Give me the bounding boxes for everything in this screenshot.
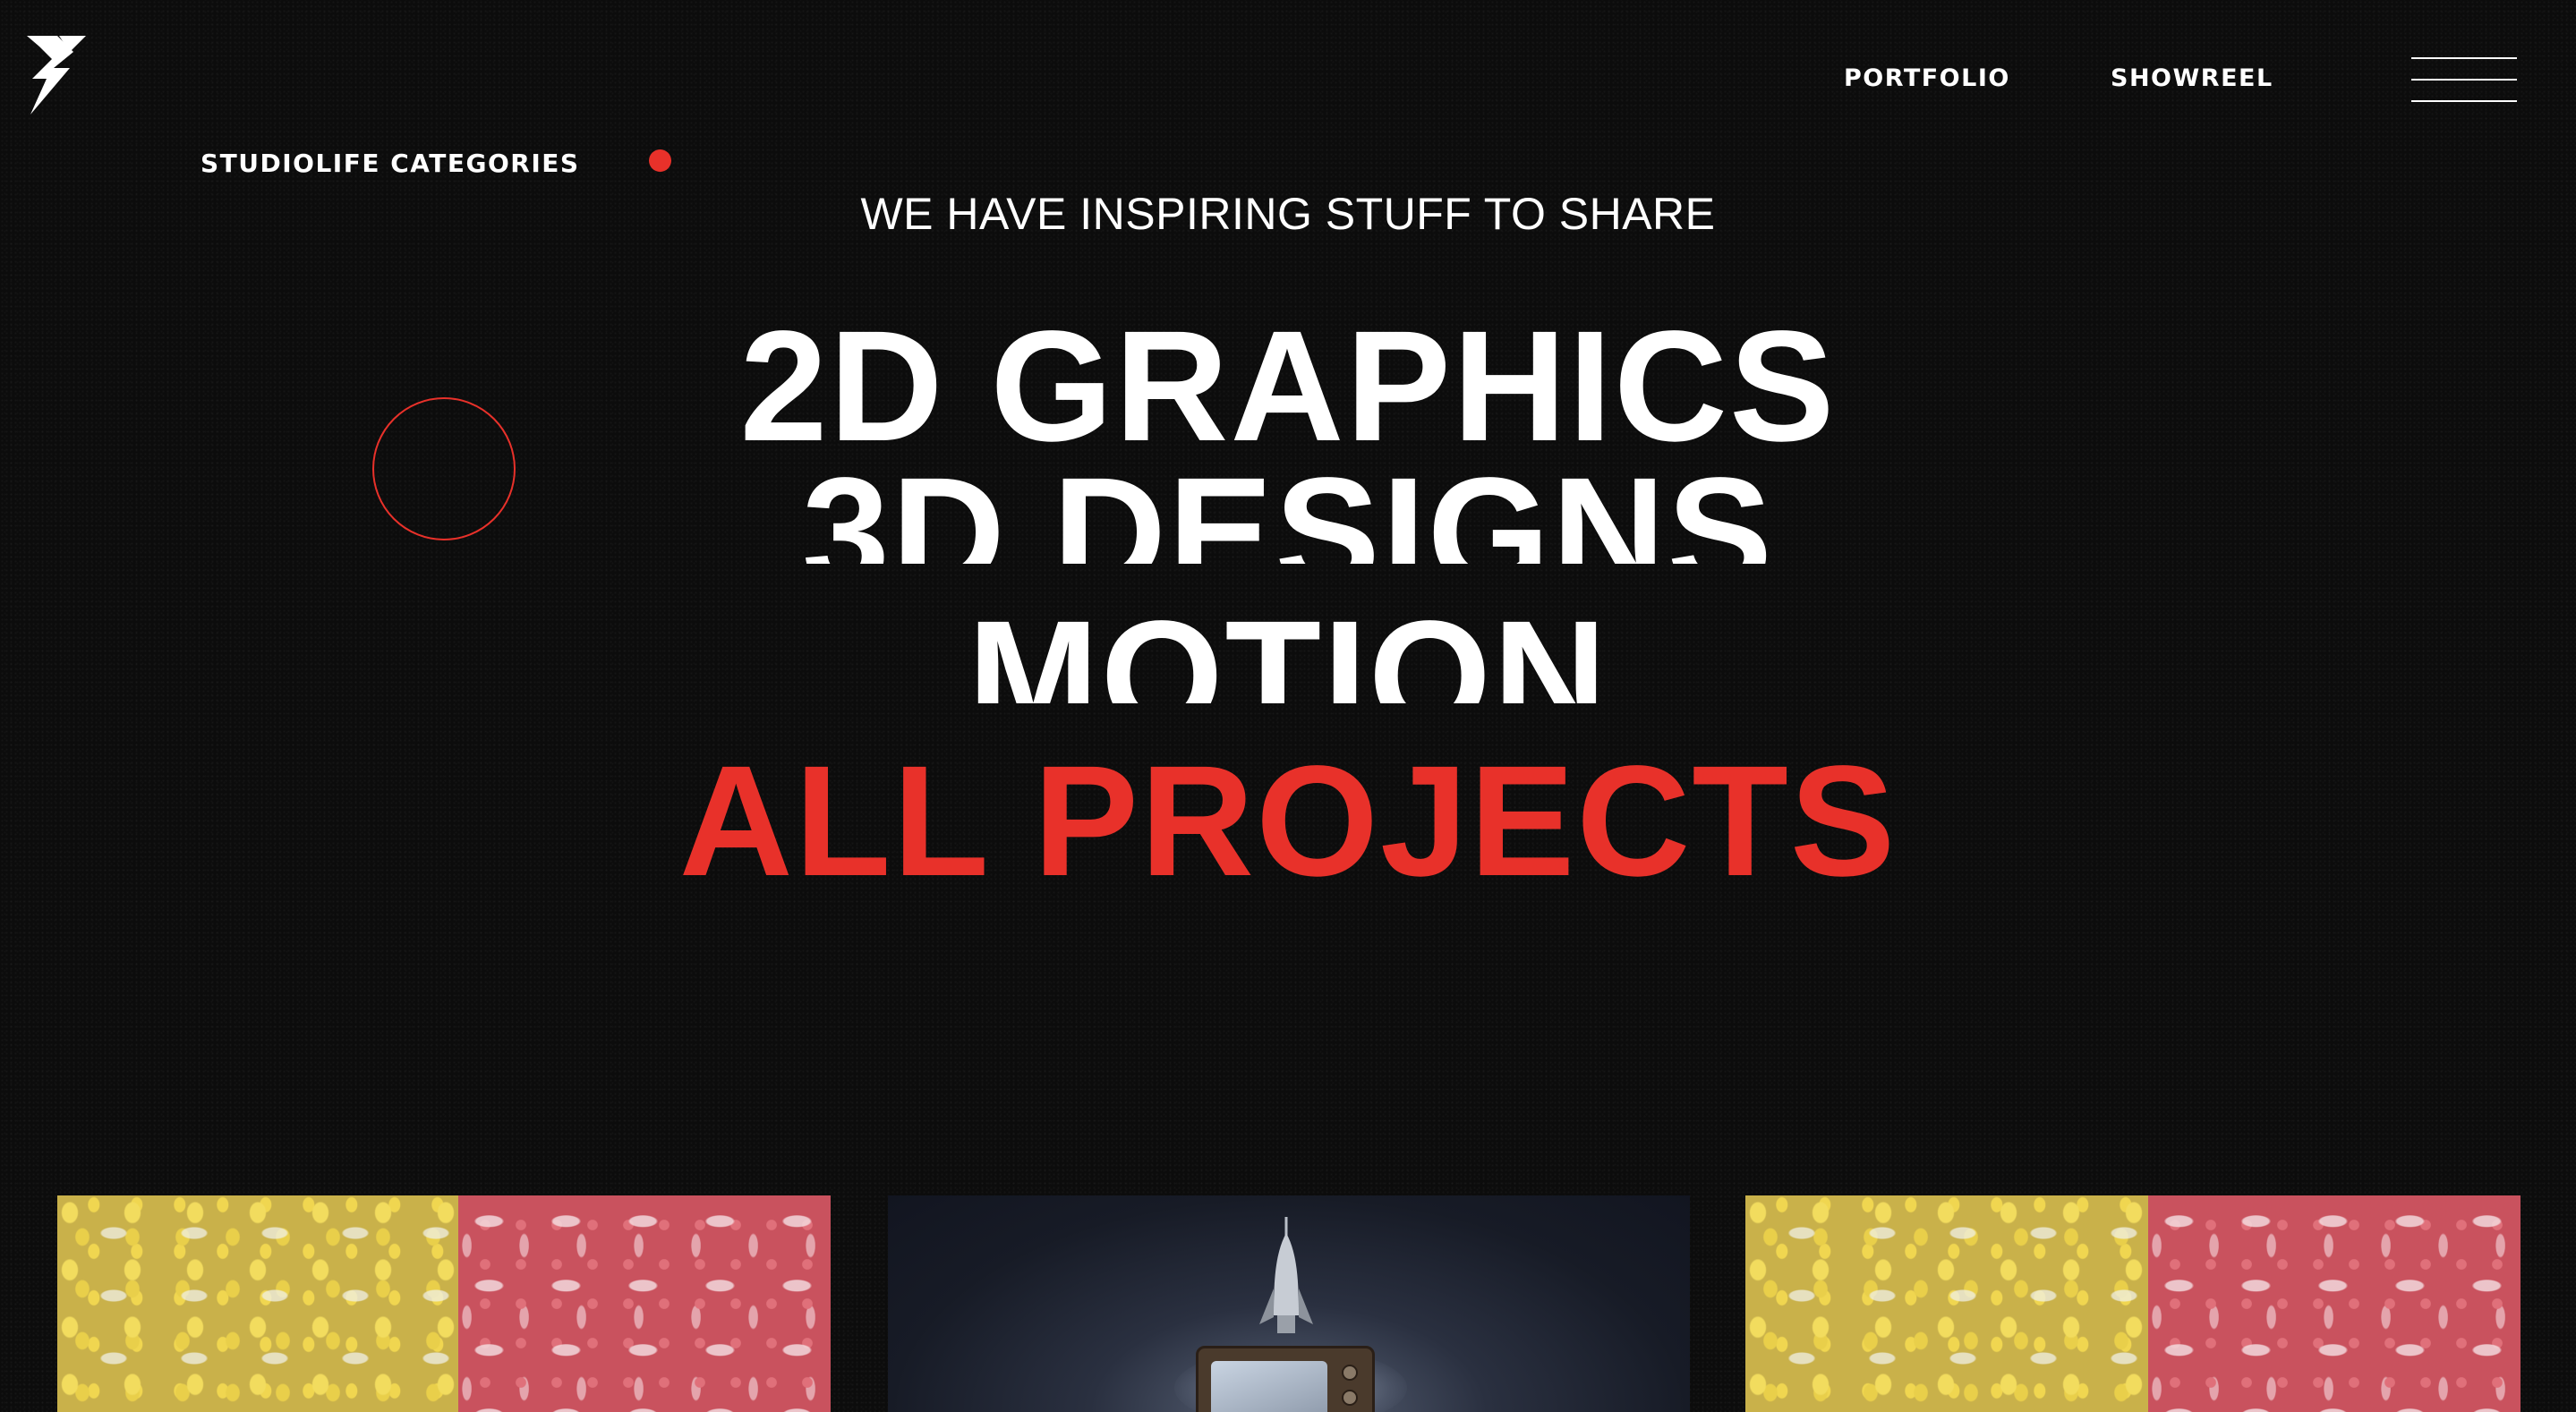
tv-knob bbox=[1342, 1390, 1358, 1406]
status-dot bbox=[649, 149, 671, 172]
category-label: 3D DESIGNS bbox=[801, 455, 1775, 564]
nav-showreel-link[interactable]: SHOWREEL bbox=[2111, 64, 2273, 92]
category-all-projects[interactable]: ALL PROJECTS bbox=[0, 743, 2576, 882]
tv-screen bbox=[1211, 1361, 1327, 1412]
menu-line bbox=[2411, 57, 2517, 59]
retro-tv bbox=[1196, 1346, 1375, 1412]
lightning-bolt-logo[interactable] bbox=[27, 32, 86, 115]
candy-yellow-image bbox=[1745, 1195, 2148, 1412]
rocket-icon bbox=[1259, 1217, 1313, 1333]
candy-red-image bbox=[458, 1195, 831, 1412]
menu-line bbox=[2411, 100, 2517, 102]
project-thumbnail-candy[interactable] bbox=[1745, 1195, 2521, 1412]
candy-red-image bbox=[2148, 1195, 2521, 1412]
menu-line bbox=[2411, 79, 2517, 81]
category-2d-graphics[interactable]: 2D GRAPHICS bbox=[0, 308, 2576, 447]
tv-knob bbox=[1342, 1365, 1358, 1381]
category-label: MOTION bbox=[968, 598, 1608, 703]
category-motion[interactable]: MOTION bbox=[0, 598, 2576, 703]
project-thumbnail-rocket[interactable] bbox=[888, 1195, 1690, 1412]
category-3d-designs[interactable]: 3D DESIGNS bbox=[0, 455, 2576, 564]
hero-tagline: WE HAVE INSPIRING STUFF TO SHARE bbox=[860, 189, 1716, 239]
category-label: 2D GRAPHICS bbox=[739, 308, 1837, 447]
hamburger-menu-icon[interactable] bbox=[2411, 55, 2517, 104]
nav-portfolio-link[interactable]: PORTFOLIO bbox=[1844, 64, 2010, 92]
project-thumbnail-candy[interactable] bbox=[57, 1195, 831, 1412]
page: PORTFOLIO SHOWREEL STUDIOLIFE CATEGORIES… bbox=[0, 0, 2576, 1412]
category-label: ALL PROJECTS bbox=[678, 743, 1898, 882]
candy-yellow-image bbox=[57, 1195, 458, 1412]
categories-label[interactable]: STUDIOLIFE CATEGORIES bbox=[200, 149, 580, 178]
